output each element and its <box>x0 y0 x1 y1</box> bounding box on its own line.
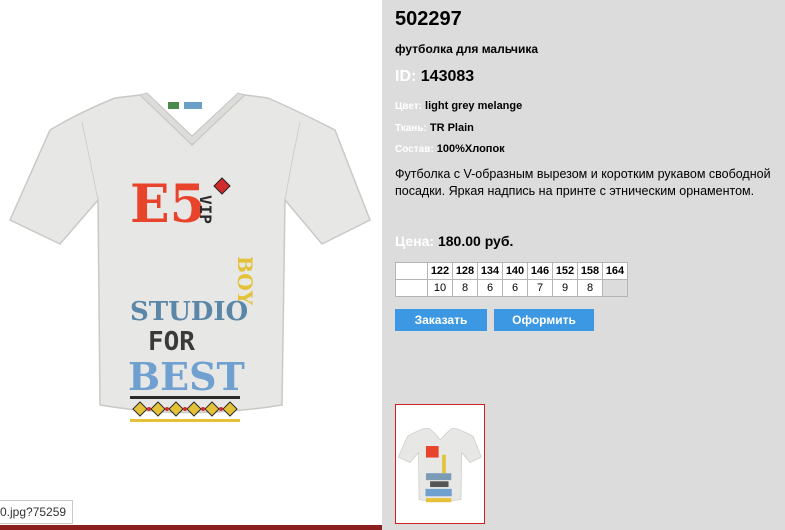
size-header-cell: 140 <box>502 262 528 280</box>
size-header-cell: 122 <box>427 262 453 280</box>
print-text-vip: VIP <box>196 195 215 224</box>
thumbnail-image <box>397 427 482 503</box>
product-main-image[interactable]: E5 VIP BOY STUDIO FOR BEST <box>0 60 382 440</box>
price-row: Цена: 180.00 руб. <box>395 233 513 249</box>
size-header-cell: 152 <box>552 262 578 280</box>
id-value: 143083 <box>420 68 475 85</box>
bottom-bar <box>0 525 382 530</box>
price-label: Цена: <box>395 233 435 249</box>
color-row: Цвет: light grey melange <box>395 100 522 112</box>
id-label: ID: <box>395 68 417 85</box>
status-url: 0.jpg?75259 <box>0 500 74 524</box>
composition-row: Состав: 100%Хлопок <box>395 143 505 155</box>
size-header-cell: 128 <box>452 262 478 280</box>
product-image-area: E5 VIP BOY STUDIO FOR BEST 0.jpg?75259 <box>0 0 382 530</box>
product-article: 502297 <box>395 8 462 30</box>
fabric-label: Ткань: <box>395 123 427 134</box>
size-header-cell: 134 <box>477 262 503 280</box>
print-text-for: FOR <box>148 327 195 357</box>
size-qty-cell[interactable]: 6 <box>502 279 528 297</box>
composition-label: Состав: <box>395 144 434 155</box>
size-quantity-row: 10 8 6 6 7 9 8 <box>395 279 628 297</box>
brand-tag <box>168 102 179 109</box>
size-qty-cell[interactable]: 8 <box>452 279 478 297</box>
size-row-label <box>395 279 428 297</box>
size-table: 122 128 134 140 146 152 158 164 10 8 6 6… <box>395 262 628 297</box>
size-header-row: 122 128 134 140 146 152 158 164 <box>395 262 628 280</box>
order-button[interactable]: Заказать <box>395 309 487 331</box>
fabric-value: TR Plain <box>429 122 474 134</box>
size-qty-cell[interactable]: 8 <box>577 279 603 297</box>
price-value: 180.00 руб. <box>437 233 514 249</box>
print-text-studio: STUDIO <box>130 297 248 327</box>
product-thumbnail[interactable] <box>395 404 485 524</box>
color-label: Цвет: <box>395 101 422 112</box>
composition-value: 100%Хлопок <box>436 143 505 155</box>
size-qty-cell[interactable]: 6 <box>477 279 503 297</box>
size-qty-cell[interactable]: 9 <box>552 279 578 297</box>
product-id: ID: 143083 <box>395 68 474 86</box>
product-subtitle: футболка для мальчика <box>395 42 539 56</box>
print-text-e5: E5 <box>130 174 206 235</box>
product-info-panel: 502297 футболка для мальчика ID: 143083 … <box>382 0 785 530</box>
checkout-button[interactable]: Оформить <box>494 309 594 331</box>
size-qty-cell[interactable]: 10 <box>427 279 453 297</box>
size-header-cell: 146 <box>527 262 553 280</box>
color-value: light grey melange <box>425 100 523 112</box>
fabric-row: Ткань: TR Plain <box>395 122 474 134</box>
size-header-cell: 158 <box>577 262 603 280</box>
size-corner-cell <box>395 262 428 280</box>
size-qty-cell[interactable]: 7 <box>527 279 553 297</box>
product-description: Футболка с V-образным вырезом и коротким… <box>395 167 771 198</box>
size-header-cell: 164 <box>602 262 628 280</box>
print-text-best: BEST <box>128 354 245 399</box>
size-qty-cell-unavailable <box>602 279 628 297</box>
